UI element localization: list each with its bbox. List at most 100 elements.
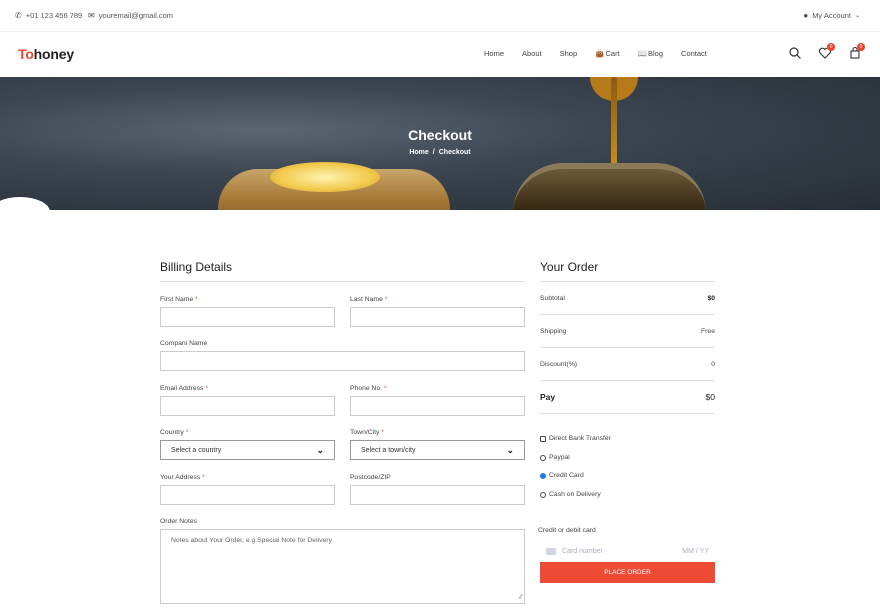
nav-cart[interactable]: 👜 Cart: [595, 49, 620, 58]
credit-card-icon: [546, 548, 556, 555]
nav-shop[interactable]: Shop: [560, 49, 578, 58]
checkbox-icon[interactable]: [540, 435, 546, 442]
address-label-text: Your Address: [160, 474, 201, 481]
billing-divider: [160, 281, 525, 282]
postcode-label: Postcode/ZIP: [350, 474, 391, 481]
required-mark: *: [205, 385, 208, 392]
payment-option-label: Paypal: [549, 454, 570, 461]
shipping-row: Shipping Free: [540, 315, 715, 348]
card-expiry-placeholder: MM / YY: [682, 548, 709, 555]
email-input[interactable]: [160, 396, 335, 416]
top-email[interactable]: ✉ youremail@gmail.com: [88, 11, 173, 20]
wishlist-count-badge: 0: [827, 43, 835, 51]
town-label-text: Town/City: [350, 429, 380, 436]
required-mark: *: [384, 296, 388, 303]
logo-accent: To: [18, 46, 34, 62]
nav-home[interactable]: Home: [484, 49, 504, 58]
pay-label: Pay: [540, 392, 556, 402]
breadcrumb-current: Checkout: [438, 149, 471, 156]
email-label: Email Address *: [160, 385, 208, 392]
main-header: Tohoney Home About Shop 👜 Cart 📖 Blog Cont…: [0, 33, 880, 77]
postcode-input[interactable]: [350, 485, 525, 505]
billing-title: Billing Details: [160, 260, 233, 274]
phone-text: +01 123 456 789: [25, 11, 83, 20]
last-name-input[interactable]: [350, 307, 525, 327]
required-mark: *: [381, 429, 385, 436]
company-input[interactable]: [160, 351, 525, 371]
first-name-input[interactable]: [160, 307, 335, 327]
chevron-down-icon: ⌄: [316, 444, 324, 455]
card-label: Credit or debit card: [538, 527, 596, 534]
phone-label: Phone No. *: [350, 385, 387, 392]
pay-value: $0: [705, 392, 715, 402]
phone-input[interactable]: [350, 396, 525, 416]
shipping-value: Free: [701, 327, 715, 335]
chevron-down-icon: ⌄: [854, 12, 860, 19]
envelope-icon: ✉: [88, 10, 95, 20]
address-label: Your Address *: [160, 474, 205, 481]
radio-selected-icon[interactable]: [540, 472, 546, 479]
cart-button[interactable]: 0: [848, 43, 865, 60]
page-title: Checkout: [408, 127, 472, 143]
country-select[interactable]: Select a country ⌄: [160, 440, 335, 460]
nav-contact[interactable]: Contact: [681, 49, 707, 58]
cart-count-badge: 0: [857, 43, 865, 51]
card-number-placeholder: Card number: [562, 548, 603, 555]
discount-value: 0: [711, 360, 715, 368]
first-name-label-text: First Name: [160, 296, 194, 303]
main-nav: Home About Shop 👜 Cart 📖 Blog Contact: [484, 49, 725, 58]
town-select[interactable]: Select a town/city ⌄: [350, 440, 525, 460]
breadcrumb-home[interactable]: Home: [409, 149, 428, 156]
required-mark: *: [384, 385, 387, 392]
order-notes-textarea[interactable]: Notes about Your Order, e.g.Special Note…: [160, 529, 525, 604]
my-account-menu[interactable]: ● My Account ⌄: [803, 11, 860, 20]
search-icon[interactable]: [788, 46, 802, 60]
payment-option-paypal[interactable]: Paypal: [540, 454, 570, 461]
breadcrumb: Home / Checkout: [0, 149, 880, 156]
address-input[interactable]: [160, 485, 335, 505]
company-label: Compani Name: [160, 340, 208, 347]
required-mark: *: [195, 296, 198, 303]
user-icon: ●: [803, 10, 809, 20]
card-input[interactable]: Card number MM / YY: [540, 542, 715, 561]
town-select-value: Select a town/city: [361, 446, 416, 454]
last-name-label-text: Last Name: [350, 296, 383, 303]
town-label: Town/City *: [350, 429, 384, 436]
payment-option-credit-card[interactable]: Credit Card: [540, 472, 584, 479]
logo[interactable]: Tohoney: [18, 46, 74, 62]
shipping-label: Shipping: [540, 327, 567, 335]
payment-option-cod[interactable]: Cash on Delivery: [540, 491, 601, 498]
payment-option-label: Cash on Delivery: [549, 491, 601, 498]
subtotal-row: Subtotal $0: [540, 282, 715, 315]
wishlist-button[interactable]: 0: [818, 43, 835, 60]
cart-icon: 👜: [595, 49, 605, 58]
place-order-button[interactable]: PLACE ORDER: [540, 562, 715, 583]
country-select-value: Select a country: [171, 446, 222, 454]
nav-blog[interactable]: 📖 Blog: [638, 49, 663, 58]
order-notes-label: Order Notes: [160, 518, 198, 525]
nav-cart-label: Cart: [605, 49, 620, 58]
last-name-label: Last Name *: [350, 296, 387, 303]
payment-option-label: Credit Card: [549, 472, 584, 479]
radio-icon[interactable]: [540, 491, 546, 498]
order-title: Your Order: [540, 260, 599, 274]
subtotal-value: $0: [707, 294, 715, 302]
resize-handle-icon[interactable]: ∕∕: [520, 594, 522, 601]
radio-icon[interactable]: [540, 454, 546, 461]
payment-option-label: Direct Bank Transfer: [549, 435, 611, 442]
country-label: Country *: [160, 429, 188, 436]
payment-option-bank[interactable]: Direct Bank Transfer: [540, 435, 611, 442]
logo-rest: honey: [33, 46, 74, 62]
my-account-label: My Account: [812, 11, 851, 20]
pay-row: Pay $0: [540, 381, 715, 414]
email-label-text: Email Address: [160, 385, 204, 392]
cloud-decoration: [0, 197, 50, 210]
nav-about[interactable]: About: [522, 49, 542, 58]
honeycomb-decoration: [270, 162, 380, 192]
order-notes-placeholder: Notes about Your Order, e.g.Special Note…: [171, 537, 332, 544]
hero-banner: Checkout Home / Checkout: [0, 77, 880, 210]
discount-label: Discount(%): [540, 360, 578, 368]
subtotal-label: Subtotal: [540, 294, 565, 302]
required-mark: *: [202, 474, 205, 481]
nav-blog-label: Blog: [648, 49, 664, 58]
